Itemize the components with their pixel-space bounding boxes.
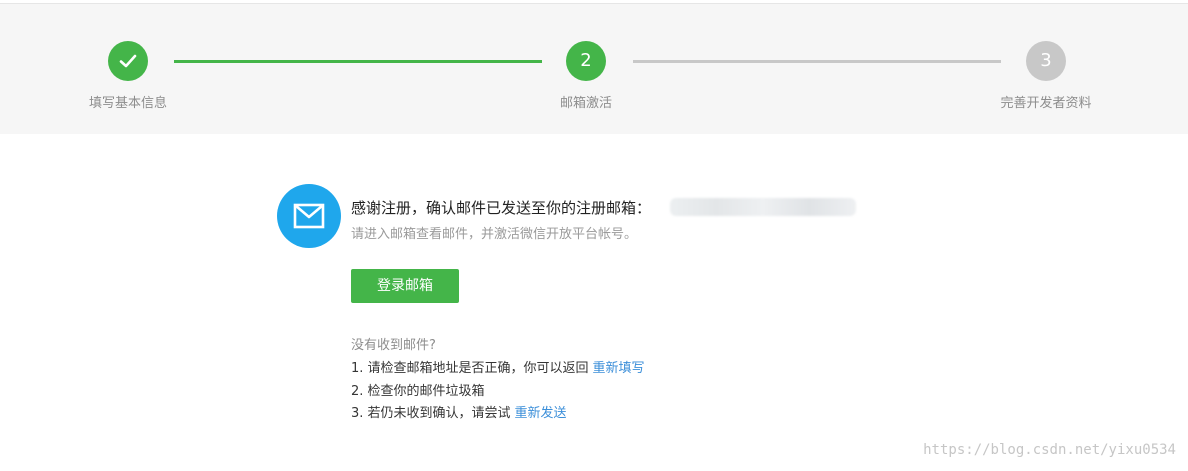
progress-steps: 填写基本信息 2 邮箱激活 3 完善开发者资料 (0, 4, 1188, 134)
confirmation-message: 感谢注册，确认邮件已发送至你的注册邮箱： (351, 199, 652, 217)
redacted-email (670, 198, 856, 216)
step-3-label: 完善开发者资料 (1000, 96, 1092, 111)
login-mailbox-button[interactable]: 登录邮箱 (351, 269, 459, 303)
envelope-icon (293, 203, 325, 229)
faq-title: 没有收到邮件? (351, 338, 436, 353)
resend-link[interactable]: 重新发送 (515, 406, 567, 421)
faq-item-2: 2. 检查你的邮件垃圾箱 (351, 380, 485, 399)
step-1-done-circle (108, 41, 148, 81)
step-2-connector (633, 60, 1001, 63)
faq-item-3: 3. 若仍未收到确认，请尝试 重新发送 (351, 402, 567, 421)
faq-item-1: 1. 请检查邮箱地址是否正确，你可以返回 重新填写 (351, 357, 645, 376)
faq-item-2-text: 2. 检查你的邮件垃圾箱 (351, 384, 485, 399)
step-2-circle: 2 (566, 41, 606, 81)
mail-icon (277, 184, 341, 248)
page: 填写基本信息 2 邮箱激活 3 完善开发者资料 感谢注册，确认邮件已发送至你的注… (0, 0, 1188, 471)
step-2-label: 邮箱激活 (559, 96, 612, 111)
step-3-circle: 3 (1026, 41, 1066, 81)
step-1-label: 填写基本信息 (88, 96, 167, 111)
faq-item-1-text: 1. 请检查邮箱地址是否正确，你可以返回 (351, 361, 589, 376)
refill-link[interactable]: 重新填写 (593, 361, 645, 376)
watermark: https://blog.csdn.net/yixu0534 (923, 442, 1176, 458)
step-1-connector (174, 60, 542, 63)
activation-hint: 请进入邮箱查看邮件，并激活微信开放平台帐号。 (351, 227, 638, 242)
checkmark-icon (119, 54, 137, 68)
faq-item-3-text: 3. 若仍未收到确认，请尝试 (351, 406, 511, 421)
